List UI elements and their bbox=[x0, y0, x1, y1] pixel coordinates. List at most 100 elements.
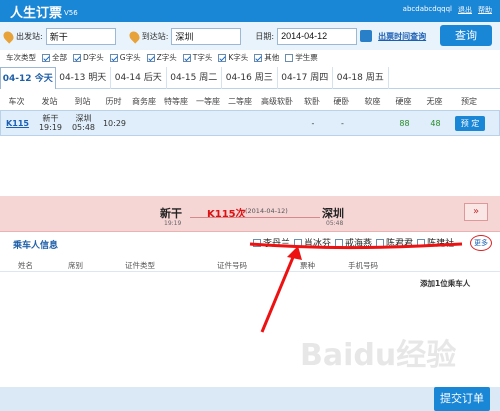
filter-t[interactable]: T字头 bbox=[182, 52, 213, 63]
checkbox[interactable] bbox=[253, 238, 261, 247]
footer-bar: 提交订单 bbox=[0, 387, 500, 411]
date-tabs: 04-12 今天 04-13 明天 04-14 后天 04-15 周二 04-1… bbox=[0, 67, 500, 89]
checkbox[interactable] bbox=[294, 238, 303, 247]
from-cell: 新干 19:19 bbox=[34, 114, 67, 132]
username: abcdabcdqqql bbox=[402, 5, 452, 13]
order-to: 深圳 bbox=[322, 207, 344, 220]
from-station: 新干 bbox=[42, 114, 59, 123]
to-station-input[interactable] bbox=[171, 27, 242, 45]
duration: 10:29 bbox=[102, 118, 127, 128]
calendar-icon[interactable] bbox=[360, 30, 373, 42]
col-header: 历时 bbox=[105, 96, 122, 106]
book-button[interactable]: 预 定 bbox=[455, 115, 485, 131]
date-tab[interactable]: 04-12 今天 bbox=[0, 67, 56, 89]
col-header: 发站 bbox=[41, 96, 58, 106]
passenger-table-header: 姓名 席别 证件类型 证件号码 票种 手机号码 bbox=[0, 256, 500, 272]
col-header: 证件类型 bbox=[125, 261, 155, 270]
filter-all[interactable]: 全部 bbox=[42, 52, 67, 63]
passenger-name: 李丹兰 bbox=[263, 239, 291, 249]
col-header: 预定 bbox=[461, 96, 477, 106]
passenger-option[interactable]: 陈君君 bbox=[376, 236, 413, 249]
col-header: 软座 bbox=[364, 96, 381, 106]
from-station-input[interactable] bbox=[45, 27, 116, 45]
filter-z[interactable]: Z字头 bbox=[146, 52, 177, 63]
checkbox[interactable] bbox=[254, 53, 263, 62]
checkbox[interactable] bbox=[73, 53, 81, 62]
col-header: 高级软卧 bbox=[261, 96, 293, 106]
submit-order-button[interactable]: 提交订单 bbox=[434, 387, 490, 411]
col-header: 软卧 bbox=[304, 96, 320, 106]
filter-text: 全部 bbox=[52, 53, 67, 62]
filter-text: D字头 bbox=[83, 53, 104, 62]
to-label: 到达站: bbox=[141, 31, 169, 41]
search-bar: 出发站: 到达站: 日期: 出票时间查询 查询 bbox=[0, 22, 500, 50]
filter-student[interactable]: 学生票 bbox=[285, 52, 318, 63]
col-header: 席别 bbox=[68, 261, 83, 270]
app-version: V56 bbox=[64, 9, 78, 17]
filter-text: 学生票 bbox=[295, 53, 318, 62]
query-button[interactable]: 查询 bbox=[440, 25, 492, 46]
checkbox[interactable] bbox=[218, 53, 227, 62]
ticket-time-link[interactable]: 出票时间查询 bbox=[378, 31, 426, 42]
logout-link[interactable]: 退出 bbox=[458, 5, 472, 15]
filter-text: G字头 bbox=[119, 53, 141, 62]
to-station: 深圳 bbox=[75, 114, 92, 123]
date-tab[interactable]: 04-17 周四 bbox=[278, 67, 333, 89]
checkbox[interactable] bbox=[417, 238, 426, 247]
from-time: 19:19 bbox=[38, 123, 63, 132]
filter-text: 其他 bbox=[264, 53, 280, 62]
checkbox[interactable] bbox=[146, 53, 155, 62]
hard-sleeper: - bbox=[341, 118, 344, 128]
checkbox[interactable] bbox=[376, 238, 385, 247]
filter-k[interactable]: K字头 bbox=[218, 52, 248, 63]
date-tab[interactable]: 04-15 周二 bbox=[167, 67, 222, 89]
date-tab[interactable]: 04-14 后天 bbox=[111, 67, 167, 89]
passenger-name: 陈建社 bbox=[427, 239, 455, 249]
col-header: 特等座 bbox=[164, 96, 188, 106]
order-from: 新干 bbox=[160, 207, 182, 220]
to-cell: 深圳 05:48 bbox=[67, 114, 100, 132]
title-bar: 人生订票 V56 abcdabcdqqql 退出 帮助 bbox=[0, 0, 500, 22]
col-header: 车次 bbox=[8, 96, 25, 106]
passenger-name: 肖冰芬 bbox=[304, 239, 332, 249]
passenger-option[interactable]: 戒海燕 bbox=[335, 236, 372, 249]
date-tab[interactable]: 04-16 周三 bbox=[222, 67, 278, 89]
col-header: 一等座 bbox=[196, 96, 220, 106]
train-number[interactable]: K115 bbox=[1, 119, 34, 128]
col-header: 手机号码 bbox=[348, 261, 378, 270]
add-passenger-link[interactable]: 添加1位乘车人 bbox=[420, 278, 470, 289]
date-tab[interactable]: 04-13 明天 bbox=[56, 67, 111, 89]
passenger-option[interactable]: 肖冰芬 bbox=[294, 236, 331, 249]
checkbox[interactable] bbox=[182, 53, 191, 62]
order-header: 新干 19:19 K115次 (2014-04-12) 深圳 05:48 » bbox=[0, 196, 500, 232]
passenger-name: 戒海燕 bbox=[345, 239, 373, 249]
more-button[interactable]: 更多 bbox=[470, 235, 492, 251]
filter-label: 车次类型 bbox=[6, 53, 36, 62]
expand-icon[interactable]: » bbox=[464, 203, 488, 221]
checkbox[interactable] bbox=[42, 53, 50, 62]
col-header: 商务座 bbox=[132, 96, 156, 106]
passenger-option[interactable]: 李丹兰 bbox=[253, 236, 290, 249]
filter-other[interactable]: 其他 bbox=[254, 52, 279, 63]
checkbox[interactable] bbox=[109, 53, 118, 62]
date-input[interactable] bbox=[277, 27, 358, 45]
filter-d[interactable]: D字头 bbox=[73, 52, 104, 63]
order-to-time: 05:48 bbox=[326, 220, 344, 227]
route-arrow bbox=[190, 217, 320, 218]
filter-text: Z字头 bbox=[156, 53, 177, 62]
soft-sleeper: - bbox=[311, 118, 315, 128]
from-label: 出发站: bbox=[16, 31, 43, 41]
date-label: 日期: bbox=[255, 31, 275, 41]
date-tab[interactable]: 04-18 周五 bbox=[333, 67, 389, 89]
filter-g[interactable]: G字头 bbox=[109, 52, 141, 63]
checkbox[interactable] bbox=[335, 238, 344, 247]
help-link[interactable]: 帮助 bbox=[478, 5, 492, 15]
table-row[interactable]: K115 新干 19:19 深圳 05:48 10:29 - - 88 48 预 定 bbox=[0, 110, 500, 136]
passenger-list: 李丹兰 肖冰芬 戒海燕 陈君君 陈建社 bbox=[253, 236, 454, 249]
passenger-name: 陈君君 bbox=[386, 239, 414, 249]
checkbox[interactable] bbox=[285, 53, 294, 62]
passenger-option[interactable]: 陈建社 bbox=[417, 236, 454, 249]
watermark: Baidu经验 bbox=[300, 338, 457, 373]
filter-text: T字头 bbox=[192, 53, 213, 62]
col-header: 票种 bbox=[300, 261, 315, 270]
